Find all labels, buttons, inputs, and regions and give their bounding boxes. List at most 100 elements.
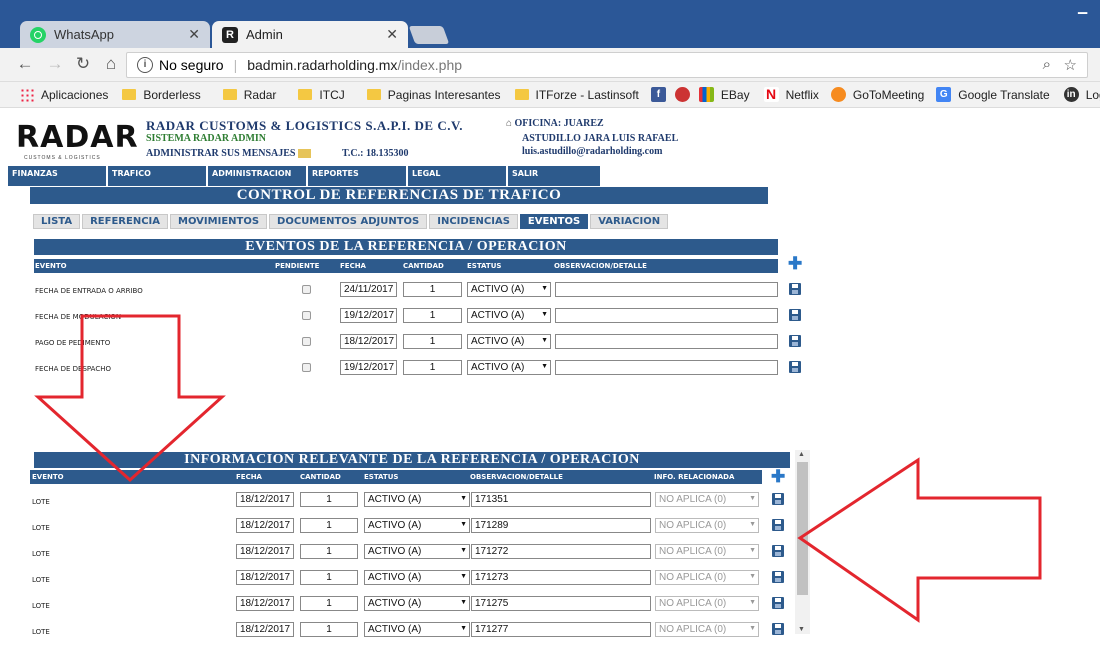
reload-icon[interactable]: ↻ bbox=[72, 54, 94, 74]
scroll-down-icon[interactable]: ▼ bbox=[798, 626, 805, 633]
info-relacionada-select[interactable]: NO APLICA (0) bbox=[655, 570, 759, 585]
observacion-input[interactable]: 171289 bbox=[471, 518, 651, 533]
bookmark-bird[interactable] bbox=[674, 87, 697, 102]
menu-finanzas[interactable]: FINANZAS bbox=[8, 166, 106, 186]
cantidad-input[interactable]: 1 bbox=[300, 518, 358, 533]
bookmark-ebay[interactable]: EBay bbox=[698, 87, 750, 102]
estatus-select[interactable]: ACTIVO (A) bbox=[467, 282, 551, 297]
observacion-input[interactable]: 171273 bbox=[471, 570, 651, 585]
fecha-input[interactable]: 18/12/2017 bbox=[236, 544, 294, 559]
pendiente-checkbox[interactable] bbox=[302, 311, 311, 320]
tab-eventos[interactable]: EVENTOS bbox=[519, 214, 589, 229]
observacion-input[interactable]: 171272 bbox=[471, 544, 651, 559]
fecha-input[interactable]: 18/12/2017 bbox=[236, 622, 294, 637]
fecha-input[interactable]: 18/12/2017 bbox=[236, 596, 294, 611]
bookmark-radar[interactable]: Radar bbox=[222, 88, 276, 102]
tab-variacion[interactable]: VARIACION bbox=[590, 214, 669, 229]
estatus-select[interactable]: ACTIVO (A) bbox=[364, 622, 470, 637]
add-relevant-icon[interactable]: ✚ bbox=[771, 468, 785, 485]
address-input[interactable]: i No seguro | badmin.radarholding.mx/ind… bbox=[126, 52, 1088, 78]
forward-icon[interactable]: → bbox=[44, 54, 66, 74]
info-relacionada-select[interactable]: NO APLICA (0) bbox=[655, 492, 759, 507]
estatus-select[interactable]: ACTIVO (A) bbox=[467, 334, 551, 349]
envelope-icon[interactable] bbox=[298, 149, 312, 159]
close-icon[interactable]: ✕ bbox=[188, 26, 200, 43]
estatus-select[interactable]: ACTIVO (A) bbox=[364, 492, 470, 507]
estatus-select[interactable]: ACTIVO (A) bbox=[364, 518, 470, 533]
bookmark-borderless[interactable]: Borderless bbox=[122, 88, 201, 102]
save-icon[interactable] bbox=[789, 361, 801, 373]
messages-link[interactable]: ADMINISTRAR SUS MENSAJES bbox=[146, 148, 312, 159]
save-icon[interactable] bbox=[772, 545, 784, 557]
bookmark-gotomeeting[interactable]: GoToMeeting bbox=[830, 87, 924, 102]
new-tab-button[interactable] bbox=[408, 26, 450, 44]
save-icon[interactable] bbox=[789, 283, 801, 295]
fecha-input[interactable]: 19/12/2017 bbox=[340, 308, 397, 323]
observacion-input[interactable]: 171277 bbox=[471, 622, 651, 637]
cantidad-input[interactable]: 1 bbox=[300, 492, 358, 507]
tab-whatsapp[interactable]: WhatsApp ✕ bbox=[20, 21, 210, 48]
menu-administracion[interactable]: ADMINISTRACION bbox=[208, 166, 306, 186]
cantidad-input[interactable]: 1 bbox=[300, 544, 358, 559]
info-relacionada-select[interactable]: NO APLICA (0) bbox=[655, 596, 759, 611]
bookmark-logme[interactable]: in LogMe bbox=[1063, 87, 1100, 102]
observacion-input[interactable]: 171275 bbox=[471, 596, 651, 611]
estatus-select[interactable]: ACTIVO (A) bbox=[467, 360, 551, 375]
bookmark-star-icon[interactable]: ☆ bbox=[1064, 56, 1077, 74]
tab-admin[interactable]: R Admin ✕ bbox=[212, 21, 408, 48]
tab-incidencias[interactable]: INCIDENCIAS bbox=[429, 214, 518, 229]
observacion-input[interactable] bbox=[555, 282, 778, 297]
save-icon[interactable] bbox=[789, 335, 801, 347]
bookmark-itcj[interactable]: ITCJ bbox=[298, 88, 345, 102]
cantidad-input[interactable]: 1 bbox=[403, 334, 462, 349]
cantidad-input[interactable]: 1 bbox=[300, 570, 358, 585]
save-icon[interactable] bbox=[789, 309, 801, 321]
estatus-select[interactable]: ACTIVO (A) bbox=[364, 596, 470, 611]
bookmark-facebook[interactable]: f bbox=[650, 87, 673, 102]
cantidad-input[interactable]: 1 bbox=[403, 282, 462, 297]
estatus-select[interactable]: ACTIVO (A) bbox=[467, 308, 551, 323]
cantidad-input[interactable]: 1 bbox=[300, 596, 358, 611]
bookmark-netflix[interactable]: N Netflix bbox=[763, 87, 819, 102]
window-control-icon[interactable]: ▁ bbox=[1078, 0, 1094, 14]
observacion-input[interactable] bbox=[555, 308, 778, 323]
menu-salir[interactable]: SALIR bbox=[508, 166, 600, 186]
home-icon[interactable]: ⌂ bbox=[100, 54, 122, 74]
menu-legal[interactable]: LEGAL bbox=[408, 166, 506, 186]
menu-reportes[interactable]: REPORTES bbox=[308, 166, 406, 186]
fecha-input[interactable]: 18/12/2017 bbox=[236, 570, 294, 585]
info-relacionada-select[interactable]: NO APLICA (0) bbox=[655, 622, 759, 637]
observacion-input[interactable] bbox=[555, 360, 778, 375]
back-icon[interactable]: ← bbox=[14, 54, 36, 74]
save-icon[interactable] bbox=[772, 519, 784, 531]
close-icon[interactable]: ✕ bbox=[386, 26, 398, 43]
save-icon[interactable] bbox=[772, 571, 784, 583]
tab-lista[interactable]: LISTA bbox=[33, 214, 81, 229]
menu-trafico[interactable]: TRAFICO bbox=[108, 166, 206, 186]
estatus-select[interactable]: ACTIVO (A) bbox=[364, 544, 470, 559]
fecha-input[interactable]: 24/11/2017 bbox=[340, 282, 397, 297]
fecha-input[interactable]: 19/12/2017 bbox=[340, 360, 397, 375]
bookmark-google-translate[interactable]: G Google Translate bbox=[936, 87, 1050, 102]
estatus-select[interactable]: ACTIVO (A) bbox=[364, 570, 470, 585]
info-relacionada-select[interactable]: NO APLICA (0) bbox=[655, 544, 759, 559]
observacion-input[interactable] bbox=[555, 334, 778, 349]
pendiente-checkbox[interactable] bbox=[302, 285, 311, 294]
fecha-input[interactable]: 18/12/2017 bbox=[236, 518, 294, 533]
save-icon[interactable] bbox=[772, 623, 784, 635]
fecha-input[interactable]: 18/12/2017 bbox=[236, 492, 294, 507]
bookmark-apps[interactable]: Aplicaciones bbox=[20, 87, 108, 102]
tab-referencia[interactable]: REFERENCIA bbox=[82, 214, 168, 229]
save-icon[interactable] bbox=[772, 493, 784, 505]
save-icon[interactable] bbox=[772, 597, 784, 609]
observacion-input[interactable]: 171351 bbox=[471, 492, 651, 507]
info-icon[interactable]: i bbox=[137, 57, 153, 73]
tab-documentos[interactable]: DOCUMENTOS ADJUNTOS bbox=[269, 214, 428, 229]
pendiente-checkbox[interactable] bbox=[302, 363, 311, 372]
add-event-icon[interactable]: ✚ bbox=[788, 255, 802, 272]
cantidad-input[interactable]: 1 bbox=[403, 360, 462, 375]
zoom-icon[interactable]: ⌕ bbox=[1043, 56, 1051, 73]
bookmark-itforze[interactable]: ITForze - Lastinsoft bbox=[514, 88, 639, 102]
cantidad-input[interactable]: 1 bbox=[300, 622, 358, 637]
inner-scrollbar[interactable]: ▲ ▼ bbox=[795, 450, 810, 634]
